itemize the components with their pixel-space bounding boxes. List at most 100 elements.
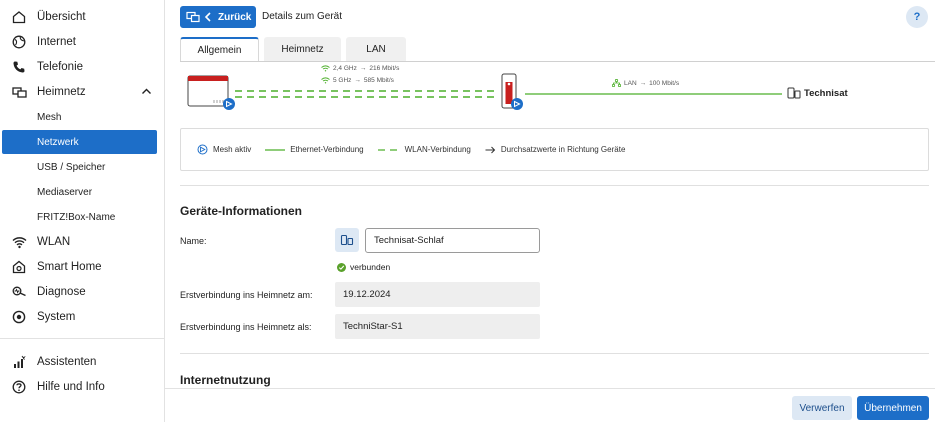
device-icon	[340, 234, 354, 246]
first-connection-name-value: TechniStar-S1	[335, 314, 540, 339]
sidebar-subitem-usb-speicher[interactable]: USB / Speicher	[2, 155, 157, 179]
first-connection-date-value: 19.12.2024	[335, 282, 540, 307]
legend-ethernet-label: Ethernet-Verbindung	[290, 145, 364, 154]
wlan-line-icon	[377, 148, 400, 151]
tab-heimnetz[interactable]: Heimnetz	[264, 37, 341, 61]
arrow-right-icon: →	[354, 77, 361, 84]
legend-wlan: WLAN-Verbindung	[377, 145, 471, 154]
wifi-5-label: 5 GHz → 585 Mbit/s	[321, 77, 394, 84]
sidebar-item-internet[interactable]: Internet	[0, 30, 164, 54]
device-name-input[interactable]	[365, 228, 540, 253]
sidebar-item-label: System	[37, 311, 76, 323]
legend-throughput: Durchsatzwerte in Richtung Geräte	[485, 145, 626, 154]
apply-button[interactable]: Übernehmen	[857, 396, 929, 420]
assistant-icon	[11, 354, 27, 370]
wifi-rate-label: 585 Mbit/s	[363, 77, 394, 84]
arrow-right-icon: →	[639, 79, 647, 87]
sidebar-subitem-netzwerk[interactable]: Netzwerk	[2, 130, 157, 154]
sidebar-subitem-mediaserver[interactable]: Mediaserver	[2, 180, 157, 204]
legend-mesh: Mesh aktiv	[197, 144, 251, 155]
topology-legend: Mesh aktiv Ethernet-Verbindung WLAN-Verb…	[180, 128, 929, 171]
ethernet-line-icon	[265, 148, 286, 151]
sidebar-item-hilfe[interactable]: Hilfe und Info	[0, 375, 164, 399]
arrow-right-icon: →	[359, 65, 367, 72]
back-button-label: Zurück	[218, 11, 252, 23]
device-type-button[interactable]	[335, 228, 359, 252]
network-icon	[186, 11, 200, 23]
sidebar-item-label: Heimnetz	[37, 86, 86, 98]
first-connection-name-label: Erstverbindung ins Heimnetz als:	[180, 322, 312, 332]
sidebar-item-label: Telefonie	[37, 61, 84, 73]
lan-label: LAN → 100 Mbit/s	[612, 79, 679, 87]
device-icon	[787, 87, 801, 99]
lan-type-label: LAN	[624, 79, 637, 87]
sidebar-subitem-mesh[interactable]: Mesh	[2, 105, 157, 129]
device-name-label: Technisat	[804, 88, 848, 99]
sidebar-item-heimnetz[interactable]: Heimnetz	[0, 80, 164, 104]
lan-rate-label: 100 Mbit/s	[649, 79, 680, 87]
sidebar-item-diagnose[interactable]: Diagnose	[0, 280, 164, 304]
sidebar-item-label: Übersicht	[37, 11, 86, 23]
wifi-icon	[321, 77, 330, 84]
legend-wlan-label: WLAN-Verbindung	[404, 145, 471, 154]
section-divider	[180, 353, 929, 354]
sidebar-item-wlan[interactable]: WLAN	[0, 230, 164, 254]
phone-icon	[11, 59, 27, 75]
arrow-right-icon	[485, 146, 496, 153]
router-icon	[187, 75, 229, 107]
sidebar-item-telefonie[interactable]: Telefonie	[0, 55, 164, 79]
legend-throughput-label: Durchsatzwerte in Richtung Geräte	[500, 145, 626, 154]
status-ok-icon	[337, 262, 346, 272]
mesh-icon	[197, 144, 208, 155]
sidebar-item-assistenten[interactable]: Assistenten	[0, 350, 164, 374]
internet-usage-title: Internetnutzung	[180, 373, 271, 387]
tab-lan[interactable]: LAN	[346, 37, 406, 61]
globe-icon	[11, 34, 27, 50]
diagnose-icon	[11, 284, 27, 300]
network-icon	[11, 84, 27, 100]
section-divider	[180, 185, 929, 186]
system-icon	[11, 309, 27, 325]
smart-home-icon	[11, 259, 27, 275]
tab-label: Heimnetz	[281, 43, 324, 55]
sidebar-item-system[interactable]: System	[0, 305, 164, 329]
mesh-icon	[511, 98, 523, 110]
home-icon	[11, 9, 27, 25]
legend-mesh-label: Mesh aktiv	[213, 145, 252, 154]
sidebar-item-label: Assistenten	[37, 356, 97, 368]
wifi-24-label: 2,4 GHz → 216 Mbit/s	[321, 65, 399, 72]
sidebar-subitem-label: Mesh	[37, 111, 62, 123]
topology-diagram: 2,4 GHz → 216 Mbit/s 5 GHz → 585 Mbit/s …	[180, 62, 935, 122]
lan-icon	[612, 79, 621, 87]
wifi-band-label: 2,4 GHz	[333, 65, 357, 72]
first-connection-date-label: Erstverbindung ins Heimnetz am:	[180, 290, 313, 300]
sidebar-divider	[0, 338, 164, 339]
chevron-left-icon	[204, 12, 212, 22]
discard-button[interactable]: Verwerfen	[792, 396, 852, 420]
sidebar-subitem-label: Mediaserver	[37, 186, 93, 198]
wifi-rate-label: 216 Mbit/s	[369, 65, 400, 72]
sidebar-item-smart-home[interactable]: Smart Home	[0, 255, 164, 279]
sidebar-subitem-fritzbox-name[interactable]: FRITZ!Box-Name	[2, 205, 157, 229]
sidebar-item-label: WLAN	[37, 236, 71, 248]
wifi-band-label: 5 GHz	[333, 77, 352, 84]
mesh-icon	[223, 98, 235, 110]
page-title: Details zum Gerät	[262, 11, 343, 22]
chevron-up-icon[interactable]	[141, 86, 152, 100]
connection-status: verbunden	[337, 262, 390, 272]
legend-ethernet: Ethernet-Verbindung	[265, 145, 364, 154]
wifi-icon	[321, 65, 330, 72]
sidebar-item-label: Diagnose	[37, 286, 86, 298]
sidebar-subitem-label: Netzwerk	[37, 136, 79, 148]
wifi-icon	[11, 234, 27, 250]
tab-allgemein[interactable]: Allgemein	[180, 37, 259, 61]
name-label: Name:	[180, 236, 207, 246]
sidebar-subitem-label: USB / Speicher	[37, 161, 106, 173]
sidebar: Übersicht Internet Telefonie Heimnetz Me…	[0, 0, 165, 422]
device-info-title: Geräte-Informationen	[180, 204, 303, 218]
back-button[interactable]: Zurück	[180, 6, 256, 28]
sidebar-item-uebersicht[interactable]: Übersicht	[0, 5, 164, 29]
sidebar-subitem-label: FRITZ!Box-Name	[37, 211, 116, 223]
tab-label: Allgemein	[197, 44, 242, 56]
help-button[interactable]: ?	[906, 6, 928, 28]
